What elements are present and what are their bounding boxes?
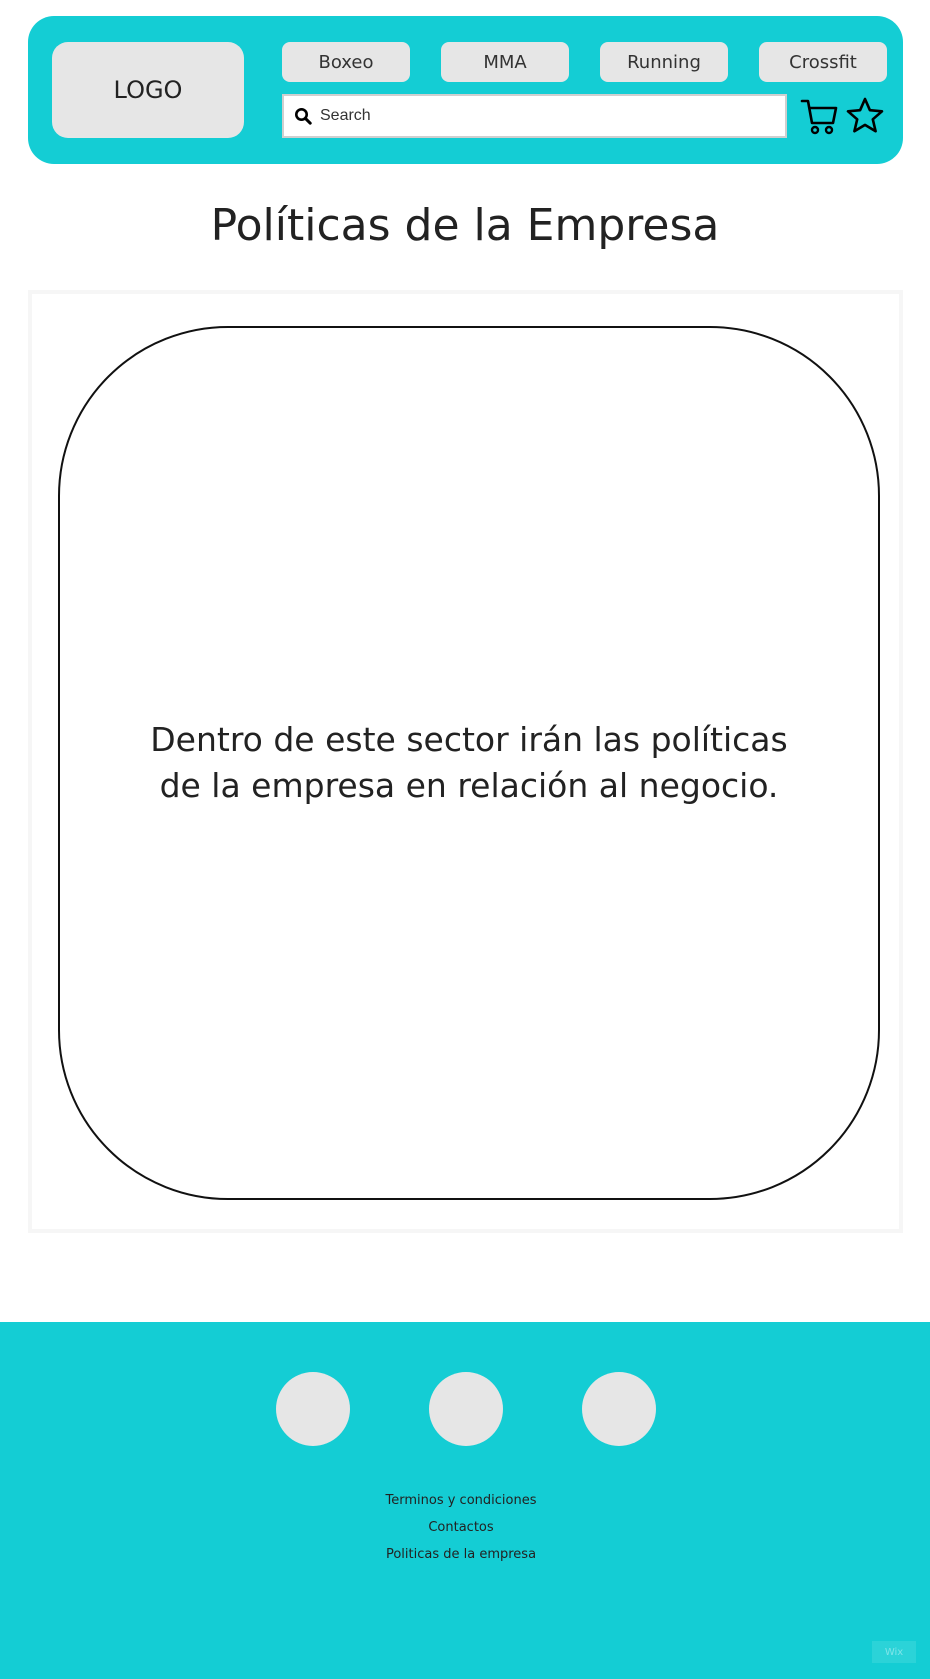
logo[interactable]: LOGO xyxy=(52,42,244,138)
nav-button-boxeo[interactable]: Boxeo xyxy=(282,42,410,82)
nav-label: MMA xyxy=(483,51,527,73)
site-footer: Terminos y condiciones Contactos Politic… xyxy=(0,1322,930,1679)
social-icon-1[interactable] xyxy=(276,1372,350,1446)
logo-text: LOGO xyxy=(113,76,183,104)
footer-link-terminos[interactable]: Terminos y condiciones xyxy=(0,1487,922,1514)
star-icon[interactable] xyxy=(845,96,885,136)
nav-label: Running xyxy=(627,51,701,73)
social-icon-2[interactable] xyxy=(429,1372,503,1446)
policies-content-box: Dentro de este sector irán las políticas… xyxy=(58,326,880,1200)
wix-badge[interactable]: Wix xyxy=(872,1641,916,1663)
badge-text: Wix xyxy=(884,1646,904,1658)
site-header: LOGO Boxeo MMA Running Crossfit xyxy=(28,16,903,164)
policies-text: Dentro de este sector irán las políticas… xyxy=(150,720,788,805)
footer-link-contactos[interactable]: Contactos xyxy=(0,1514,922,1541)
footer-links: Terminos y condiciones Contactos Politic… xyxy=(0,1487,922,1568)
social-icon-3[interactable] xyxy=(582,1372,656,1446)
footer-link-politicas[interactable]: Politicas de la empresa xyxy=(0,1541,922,1568)
search-input[interactable] xyxy=(320,101,760,131)
nav-label: Crossfit xyxy=(789,51,857,73)
nav-label: Boxeo xyxy=(318,51,374,73)
search-bar[interactable] xyxy=(282,94,787,138)
nav-button-crossfit[interactable]: Crossfit xyxy=(759,42,887,82)
cart-icon[interactable] xyxy=(800,96,840,136)
policies-section: Dentro de este sector irán las políticas… xyxy=(28,290,903,1233)
nav-button-running[interactable]: Running xyxy=(600,42,728,82)
nav-button-mma[interactable]: MMA xyxy=(441,42,569,82)
search-icon[interactable] xyxy=(294,107,312,125)
page-title: Políticas de la Empresa xyxy=(210,200,720,251)
